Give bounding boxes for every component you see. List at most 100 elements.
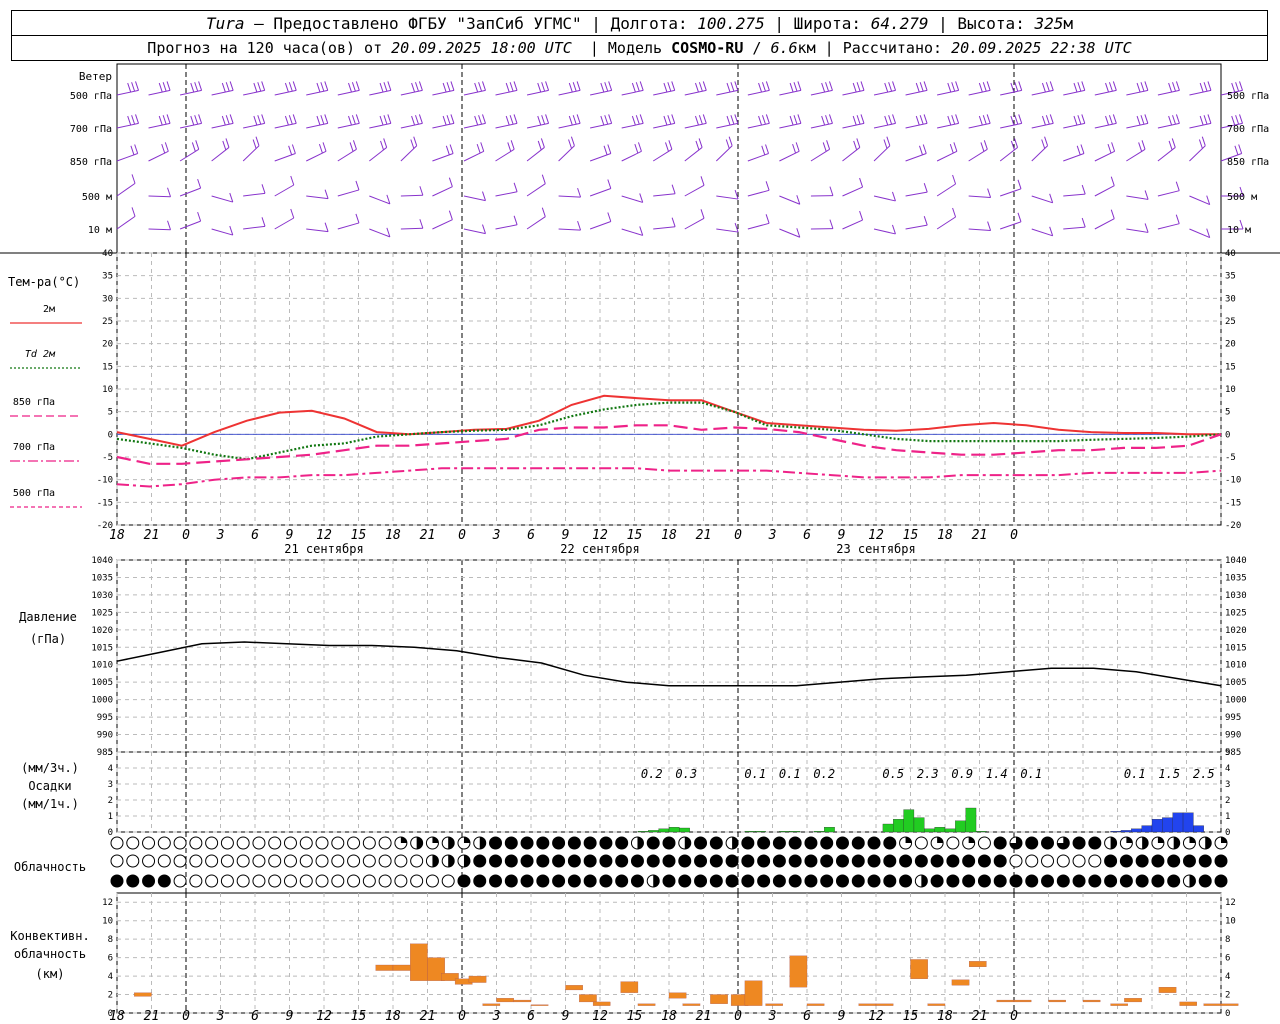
cloud-symbol xyxy=(741,836,755,850)
wind-barb-shaft xyxy=(842,122,865,129)
precip-total-label: 0.1 xyxy=(779,767,801,781)
press-ytick-right: 1030 xyxy=(1225,591,1247,601)
wind-barb-shaft xyxy=(716,89,738,96)
wind-barb-flag xyxy=(884,115,889,126)
temp-ytick-right: 0 xyxy=(1225,430,1230,440)
wind-barb-flag xyxy=(1238,144,1243,154)
wind-barb-flag xyxy=(442,82,447,93)
cloud-symbol xyxy=(946,854,960,868)
wind-barb-flag xyxy=(450,114,455,124)
time-tick-bottom: 6 xyxy=(527,1009,535,1024)
time-tick-bottom: 15 xyxy=(351,1009,367,1024)
time-tick-mid: 9 xyxy=(838,528,846,543)
wind-barb-flag xyxy=(888,82,893,92)
wind-barb-shaft xyxy=(179,148,200,162)
wind-barb-shaft xyxy=(1094,89,1117,96)
wind-barb-shaft xyxy=(274,122,297,129)
wind-barb-shaft xyxy=(653,89,675,96)
wind-barb-shaft xyxy=(495,89,518,96)
wind-barb-shaft xyxy=(306,195,329,200)
wind-barb-flag xyxy=(324,222,329,232)
wind-barb-flag xyxy=(1041,82,1046,93)
temp-ytick-right: 10 xyxy=(1225,385,1236,395)
cloud-symbol xyxy=(1088,854,1102,868)
wind-barb-flag xyxy=(789,82,794,93)
cloud-symbol xyxy=(457,874,471,888)
wind-barb-flag xyxy=(1108,82,1113,92)
wind-barb-flag xyxy=(694,82,699,93)
wind-barb-flag xyxy=(1112,81,1117,91)
cloud-symbol xyxy=(930,854,944,868)
temp-ytick-left: -15 xyxy=(97,498,113,508)
wind-barb-shaft xyxy=(242,145,260,162)
wind-barb-flag xyxy=(355,114,360,124)
wind-barb-flag xyxy=(540,138,545,148)
wind-barb-flag xyxy=(225,82,230,92)
wind-barb-flag xyxy=(856,115,861,125)
cloud-symbol xyxy=(1214,854,1228,868)
cloud-symbol xyxy=(347,874,361,888)
cloud-symbol xyxy=(1088,874,1102,888)
cloud-symbol xyxy=(236,854,250,868)
wind-barb-shaft xyxy=(369,89,391,96)
wind-barb-flag xyxy=(261,81,266,91)
wind-barb-flag xyxy=(694,115,699,126)
cloud-symbol-fill xyxy=(1173,837,1180,849)
wind-barb-flag xyxy=(922,144,927,154)
cloud-symbol xyxy=(315,874,329,888)
cloud-symbol xyxy=(252,874,266,888)
time-tick-mid: 9 xyxy=(286,528,294,543)
wind-barb-flag xyxy=(1140,82,1145,92)
wind-barb-flag xyxy=(825,115,830,125)
wind-barb-shaft xyxy=(684,122,707,129)
wind-barb-flag xyxy=(793,82,798,92)
wind-barbs xyxy=(116,81,1244,239)
wind-level-right: 850 гПа xyxy=(1227,157,1269,168)
cloud-symbol xyxy=(520,854,534,868)
wind-barb-flag xyxy=(1171,138,1176,148)
cloud-symbol xyxy=(331,874,345,888)
wind-barb-flag xyxy=(821,82,826,93)
wind-barb-flag xyxy=(355,180,360,191)
wind-barb-shaft xyxy=(179,220,201,230)
convective-bar xyxy=(1203,1003,1222,1006)
wind-barb-shaft xyxy=(937,122,959,129)
wind-barb-shaft xyxy=(211,147,230,162)
wind-barb-flag xyxy=(383,115,388,125)
convective-bar xyxy=(806,1003,825,1006)
cloud-symbol-fill xyxy=(400,837,407,843)
wind-barb-flag xyxy=(888,115,893,125)
wind-barb-flag xyxy=(608,81,613,91)
wind-barb-flag xyxy=(607,179,612,189)
cloud-symbol xyxy=(1072,836,1086,850)
wind-barb-shaft xyxy=(116,89,139,96)
wind-level-right: 500 м xyxy=(1227,192,1257,203)
cloud-symbol xyxy=(347,854,361,868)
temp-ytick-left: 0 xyxy=(108,430,113,440)
wind-barb-flag xyxy=(158,82,163,93)
wind-barb-shaft xyxy=(337,189,360,197)
cloud-symbol xyxy=(725,874,739,888)
precip-unit-1h: (мм/1ч.) xyxy=(21,797,79,811)
press-ytick-right: 1035 xyxy=(1225,573,1247,583)
wind-barb-flag xyxy=(795,142,800,152)
precip-bar xyxy=(893,819,904,833)
cloud-symbol xyxy=(473,874,487,888)
cloud-symbol xyxy=(189,874,203,888)
wind-barb-shaft xyxy=(968,148,988,162)
wind-barb-shaft xyxy=(1063,193,1086,197)
cloud-symbol-fill xyxy=(1142,837,1149,849)
cloud-symbol-fill xyxy=(432,855,439,867)
wind-barb-flag xyxy=(1198,139,1203,149)
wind-barb-flag xyxy=(322,142,327,152)
cloud-symbol xyxy=(142,874,156,888)
precip-bar xyxy=(882,823,894,833)
precip-title: Осадки xyxy=(28,779,71,793)
wind-barb-flag xyxy=(1140,115,1145,125)
wind-barb-flag xyxy=(1141,140,1146,150)
wind-barb-flag xyxy=(1105,115,1109,126)
wind-barb-shaft xyxy=(306,228,329,233)
temp-ytick-right: -15 xyxy=(1225,498,1241,508)
cloud-symbol xyxy=(804,874,818,888)
cloud-symbol xyxy=(567,874,581,888)
